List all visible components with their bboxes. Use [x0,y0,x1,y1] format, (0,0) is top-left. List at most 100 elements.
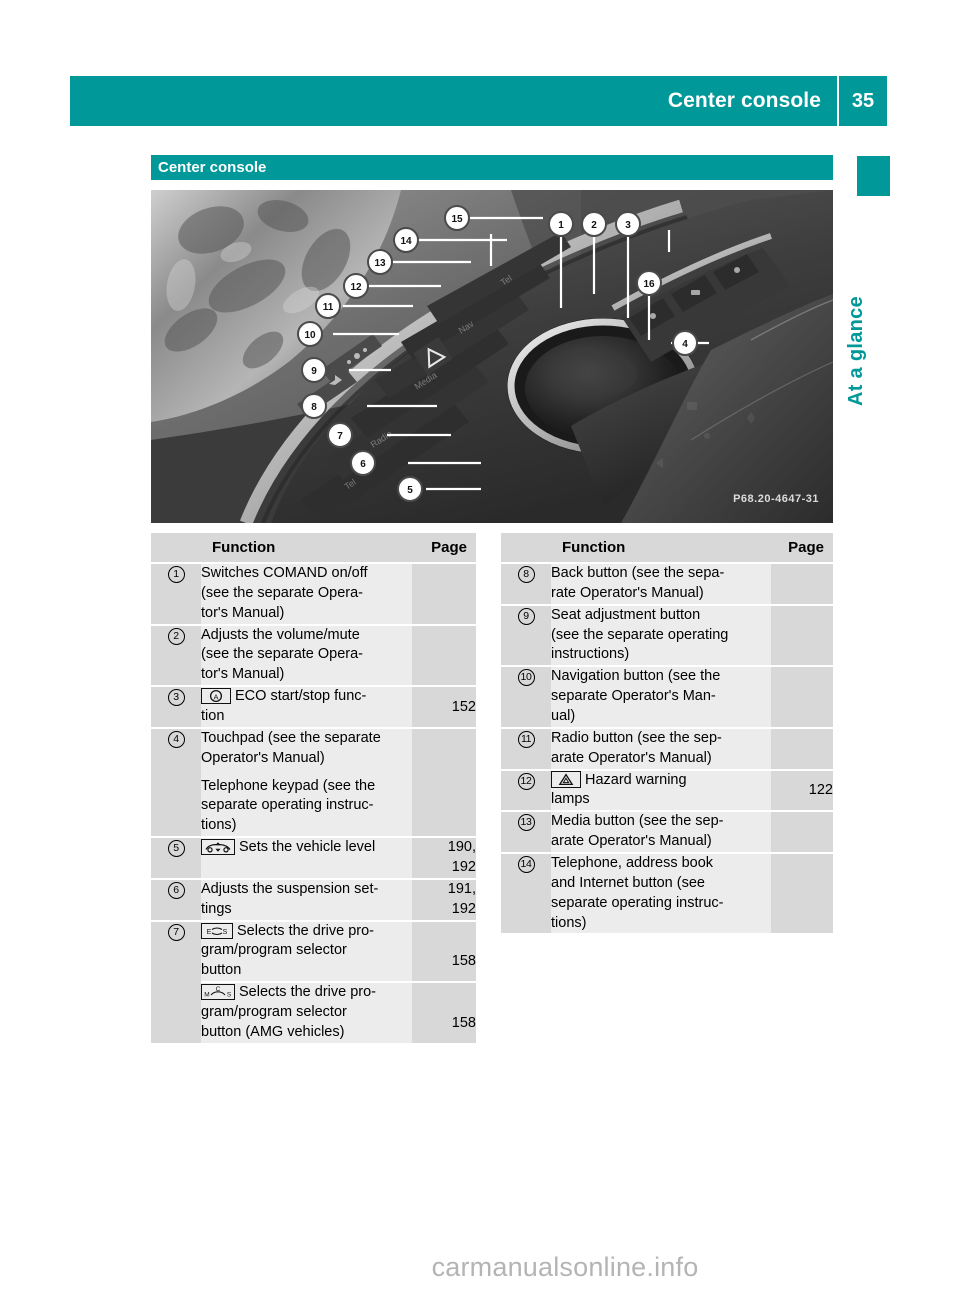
row-function-cell: Sets the vehicle level [201,837,412,880]
function-text: Touchpad (see the separate Operator's Ma… [201,729,381,766]
table-row: 8 Back button (see the sepa- rate Operat… [501,563,833,606]
row-number-cell: 3 [151,686,201,729]
row-function-cell: Back button (see the sepa- rate Operator… [551,563,771,606]
table-row: 14 Telephone, address book and Internet … [501,853,833,936]
row-number-cell: 4 [151,727,201,839]
table-row: 10 Navigation button (see the separate O… [501,666,833,729]
svg-text:11: 11 [323,302,334,313]
center-console-photo: Tel Radio Media Nav Tel 1 2 3 4 5 6 7 8 … [151,190,833,523]
callout-number-badge: 11 [517,730,535,748]
section-heading-bar: Center console [151,155,833,180]
svg-text:4: 4 [682,339,688,350]
row-page-cell [412,624,476,688]
table-row: 4 Touchpad (see the separate Operator's … [151,727,476,839]
page-title: Center console [158,159,267,176]
svg-text:7: 7 [337,431,343,442]
row-number-cell: 11 [501,727,551,771]
svg-text:8: 8 [311,402,317,413]
function-text: Back button (see the sepa- rate Operator… [551,565,725,601]
table-header-row: Function Page [501,533,833,564]
svg-text:16: 16 [643,279,655,290]
row-function-cell: E S Selects the drive pro- gram/program se… [201,920,412,984]
page-ref: 158 [451,953,476,970]
svg-text:M: M [204,992,209,999]
callout-number-badge: 3 [167,689,185,707]
column-header-number [151,533,201,564]
function-text: Media button (see the sep- arate Operato… [551,813,724,850]
function-text-with-icon: M C S Selects the drive pro- gram/program s… [201,983,412,1043]
table-row: 5 Sets the vehicle level 190, 192 [151,837,476,880]
svg-text:14: 14 [400,236,412,247]
table-header-row: Function Page [151,533,476,564]
row-page-cell: 158 [412,920,476,984]
hazard-warning-icon [551,770,581,788]
page-ref: 158 [451,1014,476,1031]
row-page-cell: 122 [771,769,833,813]
eco-start-stop-icon: A [201,688,231,705]
page-ref: 122 [808,782,833,799]
svg-text:13: 13 [374,258,386,269]
row-page-cell: 152 [412,686,476,729]
row-function-cell: Switches COMAND on/off (see the separate… [201,563,412,626]
svg-text:2: 2 [591,220,597,231]
table-row: 1 Switches COMAND on/off (see the separa… [151,563,476,626]
row-number-cell: 1 [151,563,201,626]
callout-number-badge: 9 [517,607,535,625]
row-number-cell: 13 [501,811,551,855]
row-number-cell: 6 [151,878,201,922]
header-title: Center console [667,89,821,112]
row-page-cell [771,811,833,855]
page-ref: 152 [451,699,476,716]
table-row: 3 A ECO start/stop func- tion 152 [151,686,476,729]
function-text-with-icon: Hazard warning lamps [551,770,771,811]
svg-text:9: 9 [311,366,317,377]
function-text: Seat adjustment button (see the separate… [551,606,729,663]
drive-program-icon: ES [201,922,233,939]
row-function-cell: Seat adjustment button (see the separate… [551,604,771,668]
row-page-cell: 190, 192 [412,837,476,880]
table-row: 2 Adjusts the volume/mute (see the separ… [151,624,476,688]
function-text: Navigation button (see the separate Oper… [551,668,721,725]
page-number: 35 [851,89,875,112]
column-header-number [501,533,551,564]
row-page-cell [771,666,833,729]
callout-number-badge: 8 [517,566,535,583]
svg-text:S: S [223,929,228,936]
row-page-cell [771,727,833,771]
row-page-cell [412,563,476,626]
row-page-cell [412,727,476,839]
function-text: Adjusts the suspension set- tings [201,880,379,917]
row-function-cell: Adjusts the volume/mute (see the separat… [201,624,412,688]
table-row: 6 Adjusts the suspension set- tings 191,… [151,878,476,922]
function-text: Telephone, address book and Internet but… [551,855,724,931]
callout-number-badge: 7 [167,923,185,941]
row-number-cell: 5 [151,837,201,880]
function-table-left: Function Page 1 Switches COMAND on/off (… [151,533,476,1045]
row-number-cell: 10 [501,666,551,729]
side-tab-marker [857,156,890,196]
function-table-right: Function Page 8 Back button (see the sep… [501,533,833,936]
svg-text:15: 15 [451,214,463,225]
row-function-cell: Media button (see the sep- arate Operato… [551,811,771,855]
svg-text:A: A [213,693,218,702]
row-number-cell: 2 [151,624,201,688]
row-function-cell: Telephone, address book and Internet but… [551,853,771,936]
row-page-cell [771,563,833,606]
svg-text:5: 5 [407,485,413,496]
row-function-cell: Touchpad (see the separate Operator's Ma… [201,727,412,839]
table-row: 11 Radio button (see the sep- arate Oper… [501,727,833,771]
row-number-cell: 9 [501,604,551,668]
manual-page: Center console 35 At a glance Center con… [0,0,960,1302]
row-page-cell: 158 [412,982,476,1045]
svg-text:6: 6 [360,459,366,470]
svg-text:E: E [207,929,212,936]
callout-number-badge: 5 [167,840,185,858]
function-text: Adjusts the volume/mute (see the separat… [201,626,364,683]
function-text: Sets the vehicle level [239,839,376,856]
svg-text:3: 3 [625,220,631,231]
row-page-cell [771,604,833,668]
callout-number-badge: 13 [517,814,535,832]
svg-text:12: 12 [350,282,362,293]
table-row: 9 Seat adjustment button (see the separa… [501,604,833,668]
function-text: Switches COMAND on/off (see the separate… [201,565,368,621]
